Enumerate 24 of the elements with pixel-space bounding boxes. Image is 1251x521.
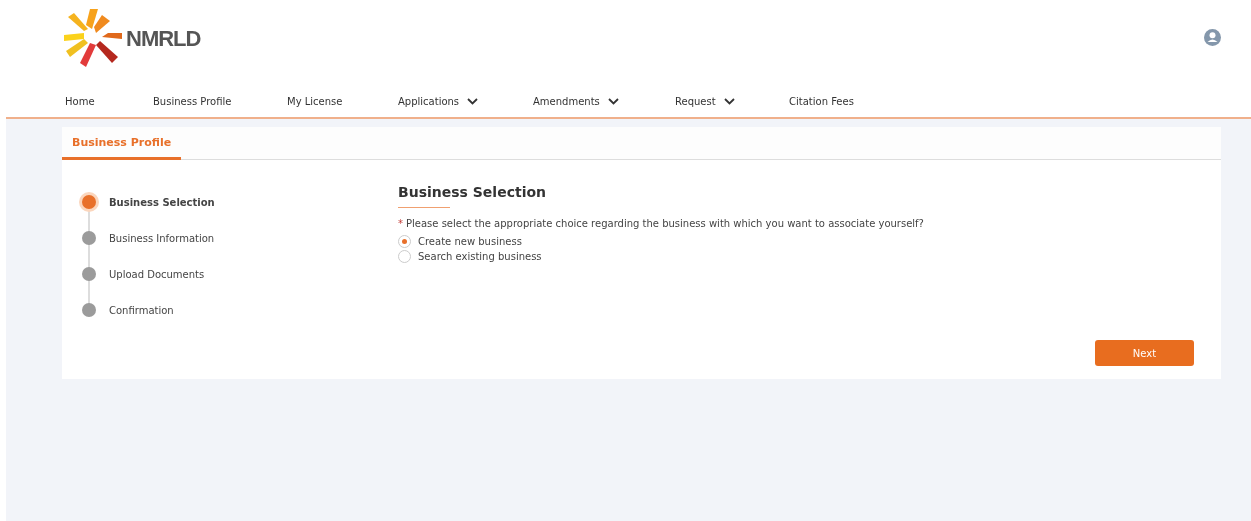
- user-avatar-icon[interactable]: [1204, 29, 1221, 46]
- section-title: Business Selection: [398, 184, 547, 214]
- nav-link[interactable]: Business Profile: [153, 95, 287, 107]
- required-mark: *: [398, 218, 403, 229]
- nav-link[interactable]: My License: [287, 95, 398, 107]
- question-text: Please select the appropriate choice regarding the business with which you want to associate yourself?: [406, 218, 924, 229]
- step-label: Business Information: [109, 232, 215, 244]
- nav-link[interactable]: Amendments: [533, 95, 675, 107]
- nav-link[interactable]: Applications: [398, 95, 533, 107]
- radio-button[interactable]: [398, 250, 411, 263]
- nav-link[interactable]: Request: [675, 95, 789, 107]
- chevron-down-icon: [723, 97, 735, 105]
- option-label[interactable]: Create new business: [418, 236, 522, 247]
- radio-button[interactable]: [398, 235, 411, 248]
- step-label: Business Selection: [109, 196, 215, 208]
- starburst-logo-icon: [62, 7, 124, 67]
- option-label[interactable]: Search existing business: [418, 251, 542, 262]
- nav-link[interactable]: Home: [65, 95, 153, 107]
- step-label: Upload Documents: [109, 268, 205, 280]
- nav-link[interactable]: Citation Fees: [789, 95, 854, 107]
- chevron-down-icon: [607, 97, 619, 105]
- step-label: Confirmation: [109, 304, 174, 316]
- chevron-down-icon: [467, 97, 479, 105]
- logo-text[interactable]: NMRLD: [126, 26, 201, 52]
